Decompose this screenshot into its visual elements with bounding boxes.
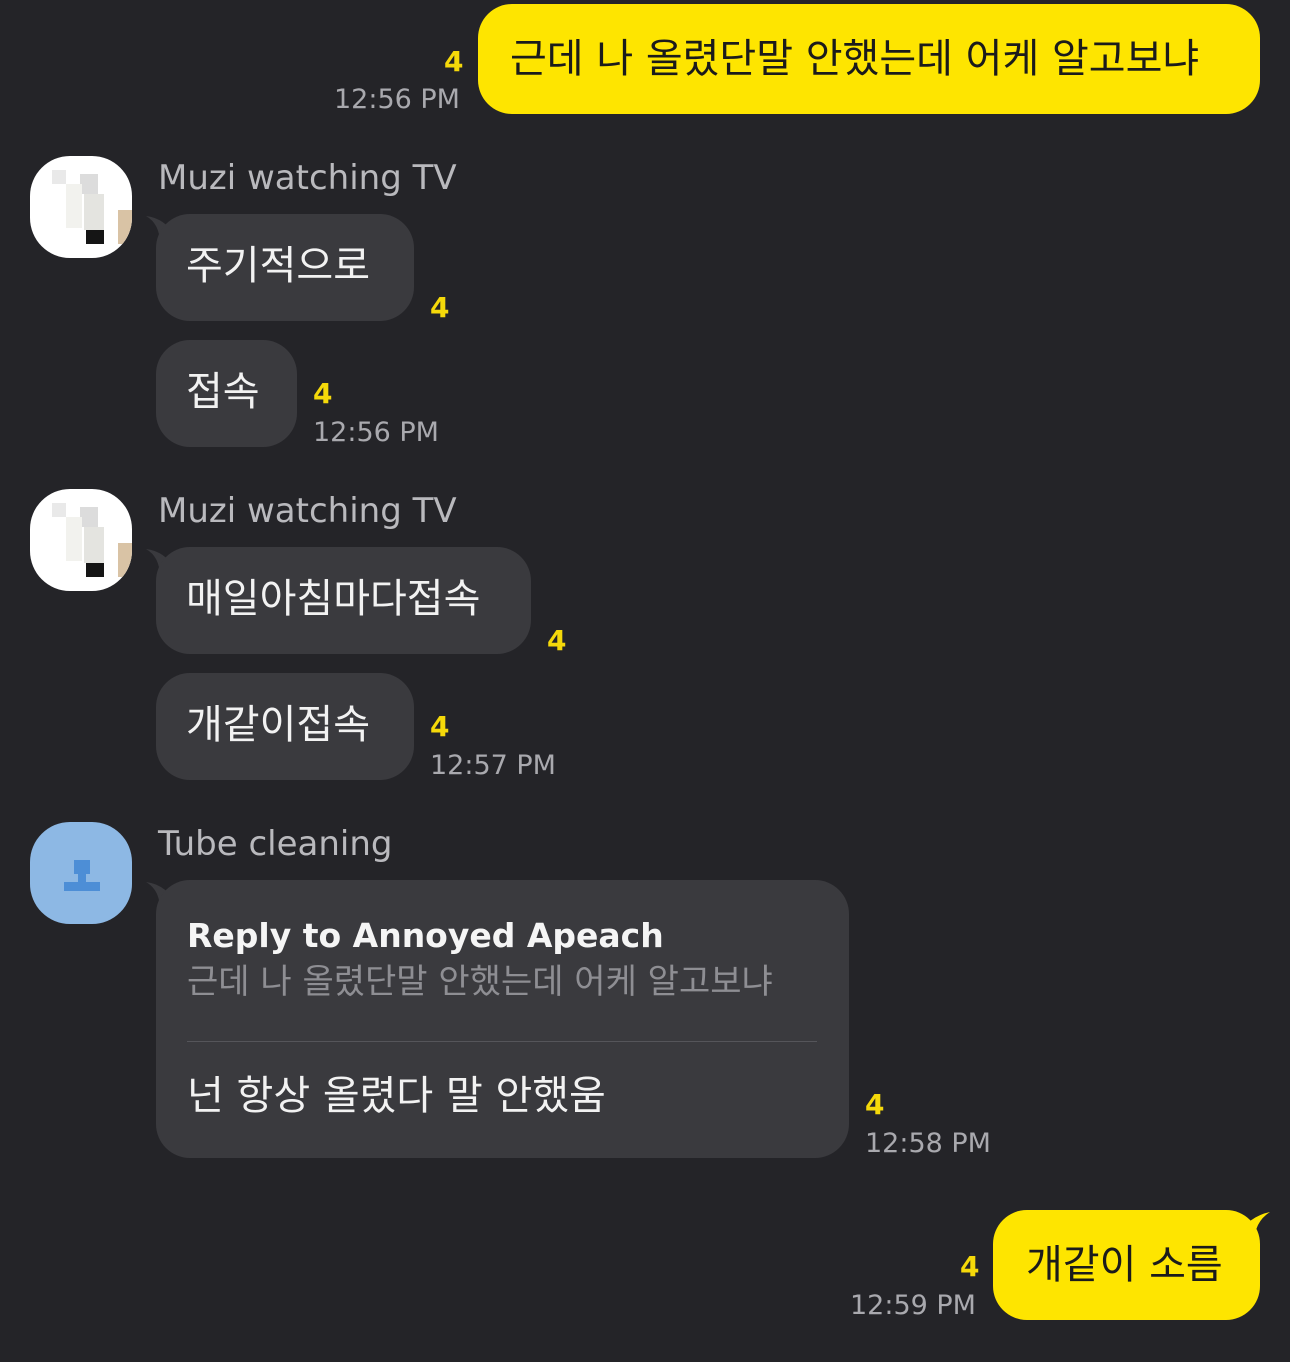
unread-count: 4 [430,291,450,324]
sender-avatar[interactable] [30,156,132,258]
unread-count: 4 [865,1088,885,1121]
message-time: 12:57 PM [430,750,556,781]
message-text: 개같이접속 [186,702,370,748]
unread-count: 4 [430,710,450,743]
message-time: 12:56 PM [334,84,460,115]
avatar-image-icon [52,170,132,244]
message-time: 12:58 PM [865,1128,991,1159]
sender-name: Muzi watching TV [158,491,457,531]
sender-name: Muzi watching TV [158,158,457,198]
message-time: 12:59 PM [850,1290,976,1321]
sender-name: Tube cleaning [158,824,393,864]
quoted-message: 근데 나 올렸단말 안했는데 어케 알고보냐 [187,962,773,1002]
avatar-image-icon [52,503,132,577]
unread-count: 4 [313,377,333,410]
sender-avatar[interactable] [30,822,132,924]
incoming-message-bubble[interactable]: 접속 [156,340,297,447]
message-text: 개같이 소름 [1026,1242,1223,1288]
message-text: 주기적으로 [186,243,370,289]
message-text: 근데 나 올렸단말 안했는데 어케 알고보냐 [510,36,1200,82]
sender-avatar[interactable] [30,489,132,591]
message-text: 넌 항상 올렸다 말 안했움 [187,1073,606,1119]
message-text: 접속 [186,369,260,415]
reply-divider [187,1041,817,1042]
unread-count: 4 [444,45,464,78]
message-text: 매일아침마다접속 [186,576,481,622]
unread-count: 4 [960,1250,980,1283]
outgoing-message-bubble[interactable]: 근데 나 올렸단말 안했는데 어케 알고보냐 [478,4,1260,114]
incoming-message-bubble[interactable]: 개같이접속 [156,673,414,780]
incoming-message-bubble[interactable]: 주기적으로 [156,214,414,321]
unread-count: 4 [547,624,567,657]
reply-message-bubble[interactable]: Reply to Annoyed Apeach 근데 나 올렸단말 안했는데 어… [156,880,849,1158]
outgoing-message-bubble[interactable]: 개같이 소름 [993,1210,1260,1320]
avatar-image-icon [64,860,100,891]
message-time: 12:56 PM [313,417,439,448]
reply-target: Reply to Annoyed Apeach [187,916,664,955]
incoming-message-bubble[interactable]: 매일아침마다접속 [156,547,531,654]
